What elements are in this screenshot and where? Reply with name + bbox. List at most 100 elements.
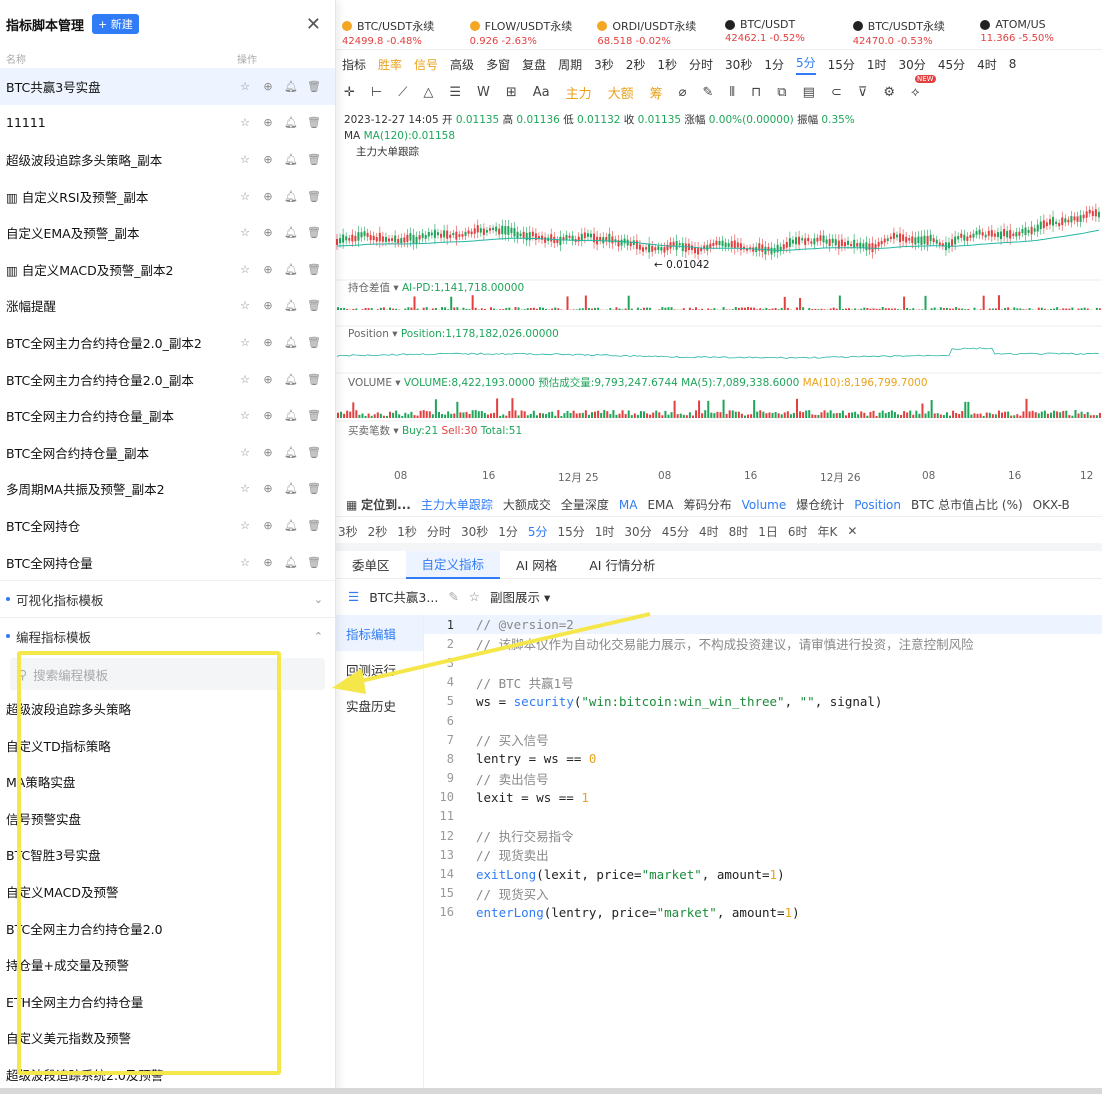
- bottom-tab[interactable]: AI 网格: [500, 551, 573, 579]
- ticker-item[interactable]: FLOW/USDT永续 0.926 -2.63%: [464, 18, 592, 47]
- template-row[interactable]: MA策略实盘: [0, 764, 335, 801]
- ticker-item[interactable]: BTC/USDT 42462.1 -0.52%: [719, 18, 847, 44]
- parameter-icon[interactable]: ⊕: [261, 79, 275, 93]
- star-icon[interactable]: ☆: [238, 152, 252, 166]
- alarm-icon[interactable]: 🔔︎: [284, 372, 298, 386]
- toolbar-item[interactable]: 高级: [450, 56, 474, 73]
- toolbar-item[interactable]: 1秒: [657, 56, 677, 73]
- hline-icon[interactable]: ⊢: [371, 85, 382, 100]
- lock-icon[interactable]: ⊓: [751, 85, 761, 100]
- template-row[interactable]: ETH全网主力合约持仓量: [0, 983, 335, 1020]
- star-icon[interactable]: ☆: [469, 589, 480, 604]
- parallel-icon[interactable]: ☰: [449, 85, 461, 100]
- template-row[interactable]: BTC全网主力合约持仓量2.0: [0, 910, 335, 947]
- toolbar-item[interactable]: 15分: [828, 56, 855, 73]
- delete-icon[interactable]: 🗑︎: [307, 335, 321, 349]
- ticker-item[interactable]: ATOM/US 11.366 -5.50%: [974, 18, 1102, 44]
- period-item[interactable]: 4时: [699, 523, 719, 540]
- edit-icon[interactable]: ✎: [448, 589, 458, 604]
- parameter-icon[interactable]: ⊕: [261, 482, 275, 496]
- alarm-icon[interactable]: 🔔︎: [284, 226, 298, 240]
- script-row[interactable]: BTC全网主力合约持仓量_副本 ☆ ⊕ 🔔︎ 🗑︎: [0, 397, 335, 434]
- section-visual-templates[interactable]: 可视化指标模板 ⌄: [0, 580, 335, 617]
- star-icon[interactable]: ☆: [238, 555, 252, 569]
- period-item[interactable]: 5分: [528, 523, 548, 540]
- parameter-icon[interactable]: ⊕: [261, 189, 275, 203]
- parameter-icon[interactable]: ⊕: [261, 372, 275, 386]
- parameter-icon[interactable]: ⊕: [261, 335, 275, 349]
- script-row[interactable]: ▥ 自定义MACD及预警_副本2 ☆ ⊕ 🔔︎ 🗑︎: [0, 251, 335, 288]
- new-script-button[interactable]: + 新建: [92, 14, 139, 34]
- alarm-icon[interactable]: 🔔︎: [284, 116, 298, 130]
- alarm-icon[interactable]: 🔔︎: [284, 482, 298, 496]
- script-row[interactable]: BTC全网主力合约持仓量2.0_副本 ☆ ⊕ 🔔︎ 🗑︎: [0, 361, 335, 398]
- indicator-tab[interactable]: EMA: [647, 498, 673, 512]
- period-item[interactable]: 6时: [788, 523, 808, 540]
- period-item[interactable]: 1日: [758, 523, 778, 540]
- period-item[interactable]: 30分: [624, 523, 651, 540]
- delete-icon[interactable]: 🗑︎: [307, 555, 321, 569]
- script-row[interactable]: 超级波段追踪多头策略_副本 ☆ ⊕ 🔔︎ 🗑︎: [0, 141, 335, 178]
- delete-icon[interactable]: 🗑︎: [307, 482, 321, 496]
- toolbar-item[interactable]: 1时: [867, 56, 887, 73]
- editor-nav-item[interactable]: 回测运行: [336, 651, 423, 687]
- alarm-icon[interactable]: 🔔︎: [284, 409, 298, 423]
- crosshair-icon[interactable]: ✛: [344, 85, 355, 100]
- tool-main[interactable]: 主力: [566, 83, 592, 102]
- bottom-tab[interactable]: 委单区: [336, 551, 406, 579]
- period-item[interactable]: 1分: [498, 523, 518, 540]
- editor-nav-item[interactable]: 指标编辑: [336, 615, 423, 651]
- magnet-icon[interactable]: ⊂: [831, 85, 842, 100]
- parameter-icon[interactable]: ⊕: [261, 555, 275, 569]
- period-item[interactable]: 分时: [427, 523, 451, 540]
- ticker-item[interactable]: ORDI/USDT永续 68.518 -0.02%: [591, 18, 719, 47]
- script-row[interactable]: 涨幅提醒 ☆ ⊕ 🔔︎ 🗑︎: [0, 288, 335, 325]
- star-icon[interactable]: ☆: [238, 226, 252, 240]
- script-row[interactable]: BTC全网主力合约持仓量2.0_副本2 ☆ ⊕ 🔔︎ 🗑︎: [0, 324, 335, 361]
- section-code-templates[interactable]: 编程指标模板 ⌃: [0, 617, 335, 654]
- script-row[interactable]: BTC全网持仓 ☆ ⊕ 🔔︎ 🗑︎: [0, 507, 335, 544]
- wave-icon[interactable]: W: [477, 85, 490, 100]
- period-item[interactable]: 15分: [558, 523, 585, 540]
- tool-chips[interactable]: 筹: [650, 83, 663, 102]
- period-item[interactable]: 3秒: [338, 523, 358, 540]
- star-icon[interactable]: ☆: [238, 482, 252, 496]
- bottom-tab[interactable]: AI 行情分析: [573, 551, 671, 579]
- template-row[interactable]: 超级波段追踪多头策略: [0, 690, 335, 727]
- parameter-icon[interactable]: ⊕: [261, 262, 275, 276]
- locate-button[interactable]: ▦ 定位到...: [346, 496, 411, 513]
- ticker-item[interactable]: BTC/USDT永续 42499.8 -0.48%: [336, 18, 464, 47]
- alarm-icon[interactable]: 🔔︎: [284, 152, 298, 166]
- tool-large[interactable]: 大额: [608, 83, 634, 102]
- alarm-icon[interactable]: 🔔︎: [284, 518, 298, 532]
- template-row[interactable]: 自定义MACD及预警: [0, 873, 335, 910]
- template-search-input[interactable]: ⚲ 搜索编程模板: [10, 658, 325, 691]
- period-item[interactable]: 1时: [595, 523, 615, 540]
- toolbar-item[interactable]: 信号: [414, 56, 438, 73]
- editor-nav-item[interactable]: 实盘历史: [336, 687, 423, 723]
- price-chart[interactable]: [336, 160, 1102, 460]
- ruler-icon[interactable]: ⌀: [679, 85, 687, 100]
- indicator-tab[interactable]: BTC 总市值占比 (%): [911, 496, 1023, 513]
- display-mode-select[interactable]: 副图展示 ▾: [490, 587, 550, 606]
- delete-icon[interactable]: 🗑︎: [307, 152, 321, 166]
- star-icon[interactable]: ☆: [238, 79, 252, 93]
- template-row[interactable]: BTC智胜3号实盘: [0, 837, 335, 874]
- template-row[interactable]: 自定义TD指标策略: [0, 727, 335, 764]
- toolbar-item[interactable]: 45分: [938, 56, 965, 73]
- settings-icon[interactable]: ⚙: [883, 85, 895, 100]
- parameter-icon[interactable]: ⊕: [261, 226, 275, 240]
- alarm-icon[interactable]: 🔔︎: [284, 79, 298, 93]
- alarm-icon[interactable]: 🔔︎: [284, 335, 298, 349]
- indicator-tab[interactable]: OKX-B: [1033, 498, 1070, 512]
- template-row[interactable]: 持仓量+成交量及预警: [0, 946, 335, 983]
- new-tool-icon[interactable]: ⟡ NEW: [911, 74, 936, 100]
- delete-icon[interactable]: 🗑︎: [307, 518, 321, 532]
- period-item[interactable]: 8时: [729, 523, 749, 540]
- pen-icon[interactable]: ✎: [703, 85, 714, 100]
- toolbar-item[interactable]: 分时: [689, 56, 713, 73]
- script-row[interactable]: BTC全网持仓量 ☆ ⊕ 🔔︎ 🗑︎: [0, 544, 335, 581]
- script-row[interactable]: 多周期MA共振及预警_副本2 ☆ ⊕ 🔔︎ 🗑︎: [0, 471, 335, 508]
- candle-icon[interactable]: ⦀: [729, 85, 735, 100]
- text-tool[interactable]: Aa: [533, 85, 550, 100]
